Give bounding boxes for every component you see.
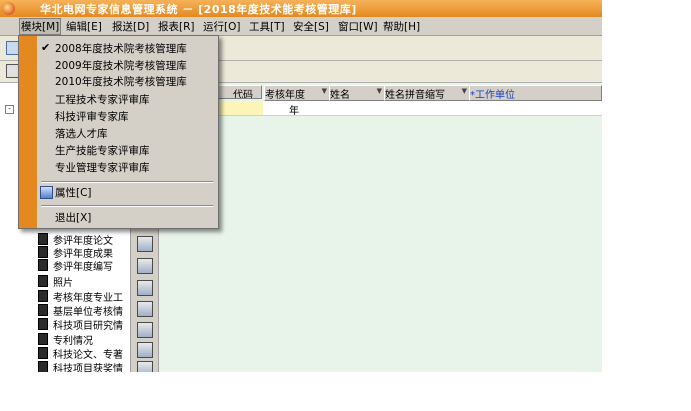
filter-icon[interactable] [137, 322, 153, 338]
document-icon [38, 333, 48, 345]
tree-item[interactable]: 科技论文、专著 [38, 346, 123, 361]
menu-item-production-review[interactable]: 生产技能专家评审库 [55, 143, 150, 158]
document-icon [38, 233, 48, 245]
tree-item[interactable]: 专利情况 [38, 332, 93, 347]
paste-icon[interactable] [137, 342, 153, 358]
sort-arrow-icon: ▼ [321, 87, 327, 95]
tree-item[interactable]: 科技项目获奖情 [38, 360, 123, 372]
menu-item-engineering-review[interactable]: 工程技术专家评审库 [55, 92, 150, 107]
menu-separator [41, 205, 213, 207]
menu-item-tech-review[interactable]: 科技评审专家库 [55, 109, 129, 124]
menu-item-2010-library[interactable]: 2010年度技术院考核管理库 [55, 74, 187, 89]
edit-record-icon[interactable] [137, 236, 153, 252]
menu-security[interactable]: 安全[S] [293, 19, 329, 34]
document-icon [38, 246, 48, 258]
tree-item[interactable]: 考核年度专业工 [38, 289, 123, 304]
tree-item[interactable]: 参评年度论文 [38, 232, 113, 247]
document-icon [38, 347, 48, 359]
column-header-work-unit[interactable]: *工作单位 [469, 85, 602, 101]
menu-item-unselected-talent[interactable]: 落选人才库 [55, 126, 108, 141]
menu-report[interactable]: 报表[R] [158, 19, 195, 34]
table-cell-year[interactable]: 年 [289, 102, 299, 117]
column-header-year[interactable]: 考核年度 ▼ [264, 85, 330, 101]
sort-arrow-icon: ▼ [461, 87, 467, 95]
menu-item-management-review[interactable]: 专业管理专家评审库 [55, 160, 150, 175]
document-icon [38, 304, 48, 316]
menu-submit[interactable]: 报送[D] [112, 19, 149, 34]
tree-item[interactable]: 参评年度成果 [38, 245, 113, 260]
module-menu-dropdown: ✔ 2008年度技术院考核管理库 2009年度技术院考核管理库 2010年度技术… [18, 35, 219, 229]
tree-item[interactable]: 参评年度编写 [38, 258, 113, 273]
menu-bar: 模块[M] 编辑[E] 报送[D] 报表[R] 运行[O] 工具[T] 安全[S… [0, 17, 602, 36]
properties-icon [40, 186, 53, 199]
menu-item-2009-library[interactable]: 2009年度技术院考核管理库 [55, 58, 187, 73]
menu-item-properties[interactable]: 属性[C] [55, 185, 92, 200]
document-icon [38, 275, 48, 287]
window-title: 华北电网专家信息管理系统 － [2018年度技术能考核管理库] [40, 3, 357, 16]
data-grid: 代码 考核年度 ▼ 姓名 ▼ 姓名拼音缩写 ▼ *工作单位 年 [159, 83, 602, 372]
document-icon [38, 318, 48, 330]
search-icon[interactable] [137, 301, 153, 317]
column-header-name[interactable]: 姓名 ▼ [329, 85, 385, 101]
menu-side-strip [19, 36, 37, 228]
copy-icon[interactable] [137, 280, 153, 296]
menu-item-2008-library[interactable]: 2008年度技术院考核管理库 [55, 41, 187, 56]
column-header-pinyin[interactable]: 姓名拼音缩写 ▼ [384, 85, 470, 101]
menu-item-exit[interactable]: 退出[X] [55, 210, 91, 225]
tree-item[interactable]: 基层单位考核情 [38, 303, 123, 318]
checkmark-icon: ✔ [41, 41, 51, 54]
tree-item[interactable]: 科技项目研究情 [38, 317, 123, 332]
sort-arrow-icon: ▼ [376, 87, 382, 95]
menu-separator [41, 181, 213, 183]
document-icon [38, 259, 48, 271]
menu-window[interactable]: 窗口[W] [338, 19, 378, 34]
menu-tools[interactable]: 工具[T] [249, 19, 285, 34]
print-icon[interactable] [137, 258, 153, 274]
tree-item[interactable]: 照片 [38, 274, 73, 289]
document-icon [38, 361, 48, 372]
menu-module[interactable]: 模块[M] [19, 18, 62, 35]
document-icon [38, 290, 48, 302]
menu-help[interactable]: 帮助[H] [383, 19, 420, 34]
title-bar: 华北电网专家信息管理系统 － [2018年度技术能考核管理库] [0, 0, 602, 17]
tree-collapse-toggle[interactable]: - [5, 105, 14, 114]
app-logo-icon [2, 2, 15, 15]
menu-edit[interactable]: 编辑[E] [66, 19, 102, 34]
delete-icon[interactable] [137, 361, 153, 372]
menu-run[interactable]: 运行[O] [203, 19, 240, 34]
